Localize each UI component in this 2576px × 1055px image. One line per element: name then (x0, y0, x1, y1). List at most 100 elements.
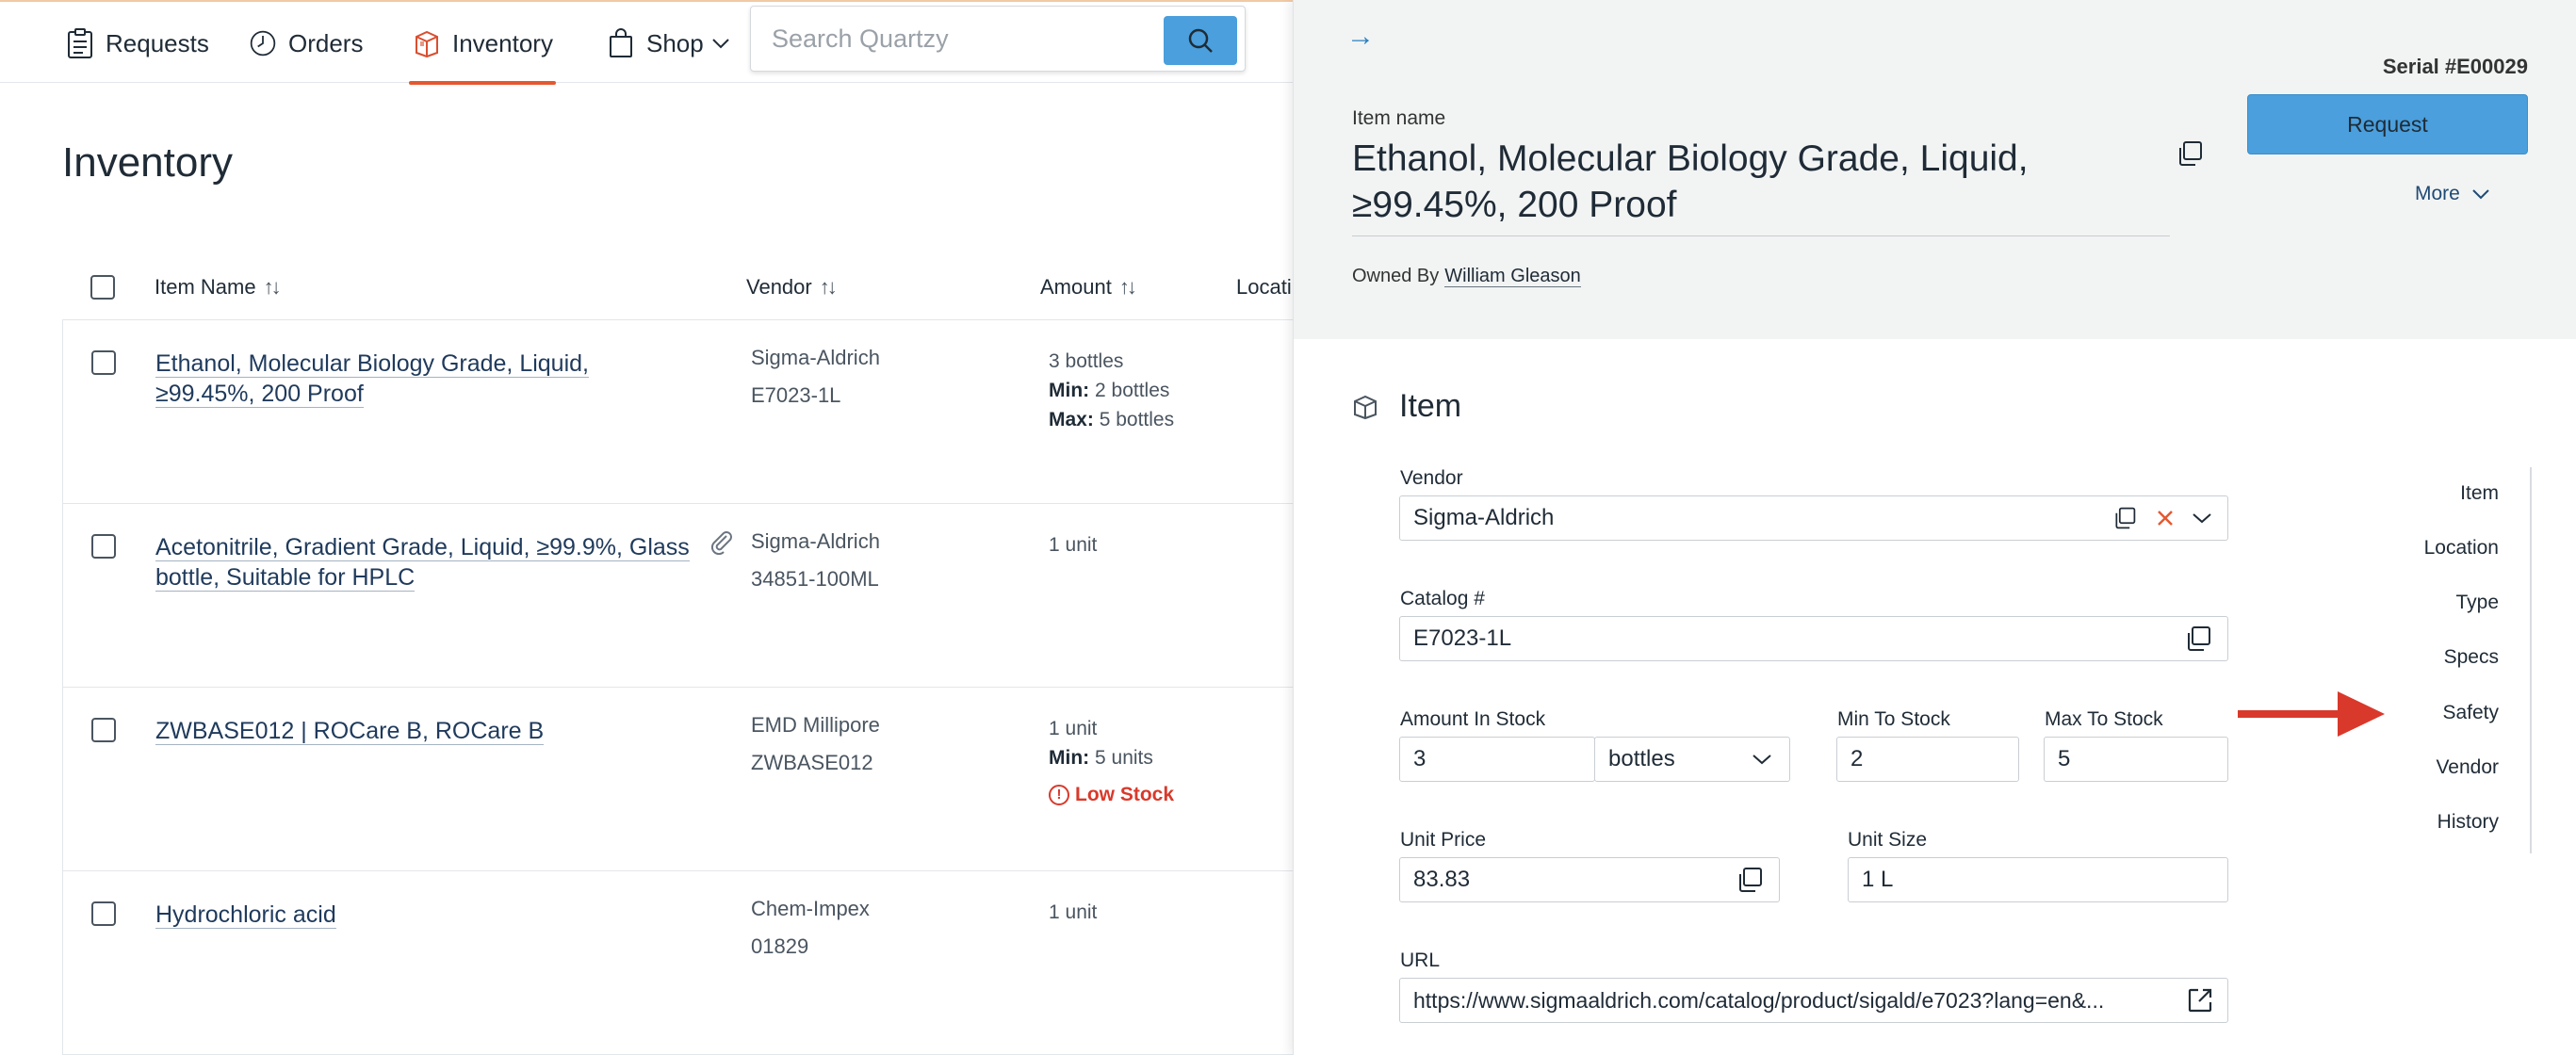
unit-price-value: 83.83 (1413, 867, 1471, 892)
nav-requests[interactable]: Requests (66, 2, 209, 85)
sort-icon: ↑↓ (1118, 275, 1137, 299)
copy-icon[interactable] (2176, 139, 2204, 172)
min-to-stock-field[interactable]: 2 (1836, 737, 2019, 782)
url-value: https://www.sigmaaldrich.com/catalog/pro… (1413, 987, 2105, 1013)
catalog-number: E7023-1L (751, 383, 841, 407)
unit-price-field[interactable]: 83.83 (1399, 857, 1780, 902)
amount-unit-value: bottles (1608, 746, 1675, 771)
amount-unit-select[interactable]: bottles (1594, 737, 1790, 782)
search-input[interactable] (772, 7, 1139, 71)
unit-size-field[interactable]: 1 L (1848, 857, 2228, 902)
clear-icon[interactable] (2156, 509, 2175, 528)
section-nav-location[interactable]: Location (2424, 537, 2499, 560)
min-label: Min: (1049, 380, 1090, 401)
row-checkbox[interactable] (91, 718, 116, 742)
item-name-link[interactable]: ZWBASE012 | ROCare B, ROCare B (155, 716, 545, 746)
vendor-select[interactable]: Sigma-Aldrich (1399, 495, 2228, 541)
chevron-down-icon[interactable] (2192, 512, 2212, 524)
nav-requests-label: Requests (106, 28, 209, 57)
amount-value: 3 (1413, 746, 1427, 771)
row-checkbox[interactable] (91, 901, 116, 926)
more-dropdown[interactable]: More (2415, 183, 2490, 205)
section-nav-safety[interactable]: Safety (2442, 702, 2499, 724)
amount-cell: 1 unit (1049, 898, 1097, 927)
clipboard-icon (68, 28, 92, 58)
nav-inventory[interactable]: Inventory (413, 2, 553, 85)
table-row[interactable]: Hydrochloric acid Chem-Impex 01829 1 uni… (62, 871, 1293, 1055)
close-drawer-arrow-icon[interactable]: → (1346, 21, 1375, 53)
box-icon (416, 30, 438, 58)
request-button[interactable]: Request (2247, 94, 2528, 154)
owned-by-label: Owned By (1352, 266, 1440, 286)
nav-inventory-label: Inventory (452, 28, 553, 57)
search-icon (1188, 28, 1213, 53)
section-title-label: Item (1399, 388, 1462, 424)
item-name-title[interactable]: Ethanol, Molecular Biology Grade, Liquid… (1352, 136, 2162, 228)
page-title: Inventory (62, 139, 233, 186)
column-header-location[interactable]: Locati (1236, 275, 1292, 300)
item-name-link[interactable]: Ethanol, Molecular Biology Grade, Liquid… (155, 349, 589, 409)
catalog-label: Catalog # (1400, 588, 1485, 609)
vendor-name: Chem-Impex (751, 897, 870, 920)
paperclip-icon[interactable] (708, 528, 734, 561)
min-stock: Min: 5 units (1049, 743, 1174, 772)
item-name-line: ≥99.45%, 200 Proof (1352, 185, 1677, 225)
section-nav-type[interactable]: Type (2455, 592, 2499, 614)
column-header-amount[interactable]: Amount ↑↓ (1040, 275, 1137, 300)
item-name-line: bottle, Suitable for HPLC (155, 564, 416, 592)
amount-value: 1 unit (1049, 718, 1098, 739)
drawer-header: → Serial #E00029 Request More Item name … (1294, 0, 2576, 339)
vendor-cell: Sigma-Aldrich E7023-1L (751, 339, 880, 414)
amount-in-stock-field[interactable]: 3 (1399, 737, 1595, 782)
row-checkbox[interactable] (91, 534, 116, 559)
vendor-cell: Chem-Impex 01829 (751, 890, 870, 966)
owner-link[interactable]: William Gleason (1444, 266, 1581, 287)
nav-shop[interactable]: Shop (607, 2, 730, 85)
amount-value: 1 unit (1049, 534, 1098, 556)
table-row[interactable]: Acetonitrile, Gradient Grade, Liquid, ≥9… (62, 504, 1293, 688)
column-header-vendor[interactable]: Vendor ↑↓ (746, 275, 838, 300)
nav-orders-label: Orders (288, 28, 364, 57)
section-nav-vendor[interactable]: Vendor (2436, 756, 2499, 779)
search-box (750, 6, 1246, 72)
more-label: More (2415, 183, 2460, 204)
section-nav-specs[interactable]: Specs (2444, 646, 2499, 669)
column-header-item-name[interactable]: Item Name ↑↓ (155, 275, 282, 300)
item-name-line: Hydrochloric acid (155, 901, 336, 929)
min-value: 5 units (1095, 747, 1153, 769)
url-label: URL (1400, 950, 1441, 971)
item-name-link[interactable]: Acetonitrile, Gradient Grade, Liquid, ≥9… (155, 532, 690, 592)
copy-icon[interactable] (2112, 506, 2137, 530)
chevron-down-icon (2472, 189, 2489, 200)
copy-icon[interactable] (2184, 625, 2212, 653)
item-name-link[interactable]: Hydrochloric acid (155, 900, 336, 930)
column-label: Amount (1040, 275, 1112, 299)
search-button[interactable] (1164, 16, 1237, 65)
sort-icon: ↑↓ (819, 275, 838, 299)
max-stock: Max: 5 bottles (1049, 405, 1174, 434)
amount-value: 3 bottles (1049, 350, 1124, 372)
table-row[interactable]: ZWBASE012 | ROCare B, ROCare B EMD Milli… (62, 688, 1293, 871)
copy-icon[interactable] (1736, 866, 1764, 894)
nav-orders[interactable]: Orders (249, 2, 363, 85)
row-checkbox[interactable] (91, 350, 116, 375)
external-link-icon[interactable] (2186, 986, 2214, 1014)
section-nav-history[interactable]: History (2437, 811, 2499, 834)
vendor-cell: Sigma-Aldrich 34851-100ML (751, 523, 880, 598)
max-value: 5 bottles (1099, 409, 1175, 430)
box-icon (1354, 395, 1377, 419)
min-label: Min: (1049, 747, 1090, 769)
unit-price-label: Unit Price (1400, 829, 1487, 851)
column-label: Locati (1236, 275, 1292, 299)
nav-shop-label: Shop (646, 28, 704, 57)
section-nav-item[interactable]: Item (2460, 482, 2499, 505)
catalog-field[interactable]: E7023-1L (1399, 616, 2228, 661)
max-to-stock-field[interactable]: 5 (2044, 737, 2228, 782)
chevron-down-icon (712, 39, 729, 49)
select-all-checkbox[interactable] (90, 275, 115, 300)
shopping-bag-icon (610, 28, 632, 57)
table-row[interactable]: Ethanol, Molecular Biology Grade, Liquid… (62, 320, 1293, 504)
url-field[interactable]: https://www.sigmaaldrich.com/catalog/pro… (1399, 978, 2228, 1023)
max-value: 5 (2058, 746, 2071, 771)
vendor-name: Sigma-Aldrich (751, 529, 880, 553)
